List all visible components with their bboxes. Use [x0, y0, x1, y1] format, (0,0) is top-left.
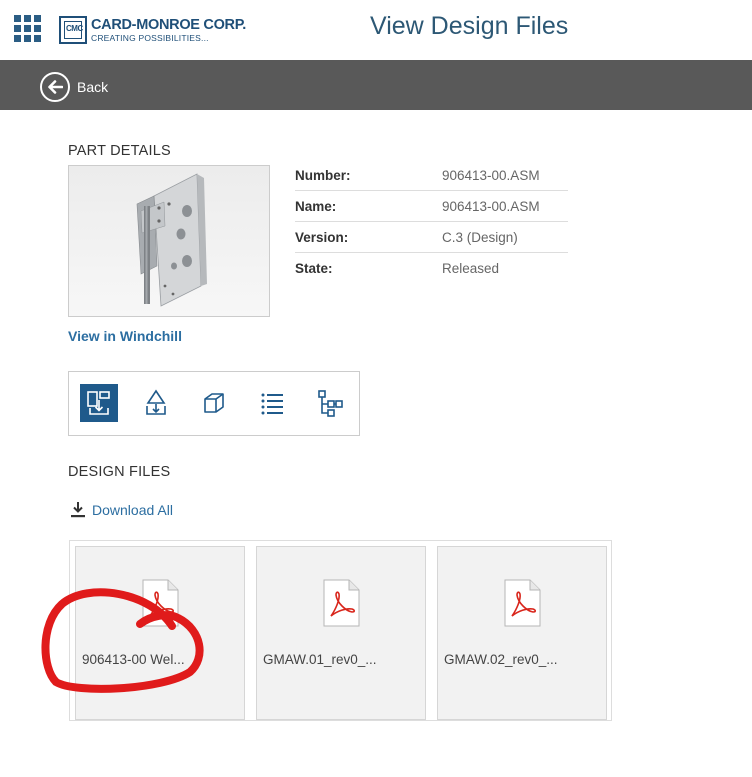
company-logo: CMC CARD-MONROE CORP. CREATING POSSIBILI… [59, 15, 246, 45]
property-row-number: Number: 906413-00.ASM [295, 160, 568, 191]
back-arrow-icon [40, 72, 70, 102]
navigation-bar: Back [0, 60, 752, 110]
back-button[interactable]: Back [40, 72, 108, 102]
part-details-heading: PART DETAILS [68, 143, 171, 159]
3d-view-button[interactable] [195, 384, 233, 422]
design-files-view-button[interactable] [80, 384, 118, 422]
view-in-windchill-link[interactable]: View in Windchill [68, 328, 182, 344]
view-mode-toolbar [68, 371, 360, 436]
file-name: GMAW.01_rev0_... [263, 652, 377, 667]
logo-mark-icon: CMC [59, 16, 87, 44]
logo-name: CARD-MONROE CORP. [91, 16, 246, 33]
page-title: View Design Files [370, 12, 569, 40]
list-icon [261, 393, 283, 415]
list-view-button[interactable] [253, 384, 291, 422]
file-name: GMAW.02_rev0_... [444, 652, 558, 667]
file-name: 906413-00 Wel... [82, 652, 185, 667]
design-files-grid: 906413-00 Wel... GMAW.01_rev0_... GMAW.0… [69, 540, 612, 721]
structure-view-button[interactable] [311, 384, 349, 422]
app-launcher-icon[interactable] [14, 15, 41, 42]
file-card[interactable]: GMAW.01_rev0_... [256, 546, 426, 720]
structure-tree-icon [318, 390, 343, 417]
download-all-link[interactable]: Download All [70, 501, 173, 518]
design-files-icon [87, 391, 110, 415]
property-row-state: State: Released [295, 261, 500, 276]
pdf-file-icon [323, 579, 360, 627]
drawing-download-icon [146, 389, 166, 415]
3d-cube-icon [204, 393, 224, 413]
property-row-version: Version: C.3 (Design) [295, 222, 568, 253]
app-header: CMC CARD-MONROE CORP. CREATING POSSIBILI… [0, 0, 752, 60]
drawing-view-button[interactable] [137, 384, 175, 422]
design-files-heading: DESIGN FILES [68, 464, 171, 480]
part-thumbnail [68, 165, 270, 317]
pdf-file-icon [504, 579, 541, 627]
logo-tagline: CREATING POSSIBILITIES... [91, 33, 209, 43]
back-label: Back [77, 79, 109, 95]
part-properties-table: Number: 906413-00.ASM Name: 906413-00.AS… [295, 160, 568, 284]
download-icon [71, 502, 85, 518]
file-card[interactable]: 906413-00 Wel... [75, 546, 245, 720]
file-card[interactable]: GMAW.02_rev0_... [437, 546, 607, 720]
property-row-name: Name: 906413-00.ASM [295, 191, 568, 222]
pdf-file-icon [142, 579, 179, 627]
